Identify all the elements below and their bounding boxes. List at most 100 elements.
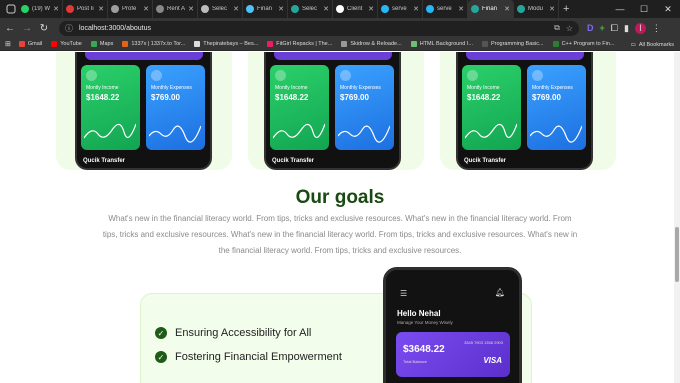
browser-tab[interactable]: serve ✕ (378, 0, 423, 18)
check-circle-icon: ✓ (155, 327, 167, 339)
browser-tab[interactable]: Post Ii ✕ (63, 0, 108, 18)
phone-header-bar (466, 52, 584, 60)
income-value: $1648.22 (467, 93, 501, 102)
goal-label: Ensuring Accessibility for All (175, 327, 312, 339)
minimize-icon[interactable]: — (608, 0, 632, 18)
tab-search-icon[interactable] (4, 2, 18, 16)
tab-close-icon[interactable]: ✕ (549, 5, 555, 13)
tab-label: Finan (257, 6, 273, 12)
close-window-icon[interactable]: ✕ (656, 0, 680, 18)
new-tab-button[interactable]: + (563, 3, 569, 15)
income-card: Montly Income $1648.22 (81, 65, 140, 150)
tab-close-icon[interactable]: ✕ (458, 5, 464, 13)
tab-close-icon[interactable]: ✕ (188, 5, 194, 13)
bookmark-item[interactable]: 1337x | 1337x.to Tor... (122, 41, 185, 47)
browser-tab[interactable]: Rent A ✕ (153, 0, 198, 18)
tab-label: Selec (302, 6, 318, 12)
expense-value: $769.00 (151, 93, 180, 102)
browser-tab[interactable]: (19) W ✕ (18, 0, 63, 18)
expense-card: Monthly Expenses $769.00 (527, 65, 586, 150)
income-label: Montly Income (467, 85, 500, 91)
visa-logo: VISA (483, 356, 502, 365)
income-icon (467, 70, 478, 81)
bookmark-item[interactable]: Thepiratebays – Bes... (194, 41, 258, 47)
expense-label: Monthly Expenses (532, 85, 573, 91)
tab-favicon (336, 5, 344, 13)
tab-close-icon[interactable]: ✕ (413, 5, 419, 13)
url-text[interactable]: localhost:3000/aboutus (79, 25, 548, 32)
extension-d-icon[interactable]: D (587, 23, 594, 33)
downloads-icon[interactable]: ▮ (624, 23, 629, 34)
browser-tab[interactable]: Finan ✕ (468, 0, 514, 18)
tab-label: Rent A (167, 6, 186, 12)
bookmark-label: HTML Background I... (419, 41, 473, 47)
bookmark-item[interactable]: C++ Program to Fin... (552, 41, 614, 47)
income-card: Montly Income $1648.22 (270, 65, 329, 150)
bookmark-item[interactable]: Maps (90, 41, 113, 47)
phone-mockup-large: ☰ 🔔︎ Hello Nehal Manage Your Money Wisel… (383, 267, 522, 383)
browser-tab[interactable]: Modu ✕ (514, 0, 559, 18)
bookmark-favicon (122, 41, 129, 47)
tab-favicon (66, 5, 74, 13)
menu-kebab-icon[interactable]: ⋮ (652, 23, 661, 34)
balance-label: Total Balance (403, 359, 428, 364)
browser-tab[interactable]: Profe ✕ (108, 0, 153, 18)
income-sparkline (273, 123, 325, 139)
site-info-icon[interactable]: ⓘ (65, 23, 73, 34)
phone-mockup: Montly Income $1648.22 Monthly Expenses $76… (264, 52, 401, 170)
extension-plus-icon[interactable]: + (600, 23, 605, 33)
bookmark-item[interactable]: Programming Basic... (481, 41, 544, 47)
bookmark-label: FitGirl Repacks | The... (276, 41, 333, 47)
scrollbar-thumb[interactable] (675, 227, 679, 282)
bookmark-item[interactable]: YouTube (51, 41, 82, 47)
tab-favicon (111, 5, 119, 13)
browser-tab[interactable]: Selec ✕ (198, 0, 243, 18)
bookmark-favicon (341, 41, 348, 47)
install-app-icon[interactable]: ⧉ (554, 23, 560, 33)
tab-close-icon[interactable]: ✕ (278, 5, 284, 13)
tab-close-icon[interactable]: ✕ (233, 5, 239, 13)
browser-tab[interactable]: serve ✕ (423, 0, 468, 18)
goals-description: What's new in the financial literacy wor… (102, 214, 578, 255)
apps-grid-icon[interactable]: ⊞ (5, 40, 11, 48)
maximize-icon[interactable]: ☐ (632, 0, 656, 18)
greeting-subtitle: Manage Your Money Wisely (397, 320, 453, 325)
expense-value: $769.00 (340, 93, 369, 102)
folder-icon: ▭ (630, 41, 636, 48)
bookmark-label: YouTube (60, 41, 82, 47)
browser-tab[interactable]: Client ✕ (333, 0, 378, 18)
reload-icon[interactable]: ↻ (37, 21, 51, 35)
bookmark-star-icon[interactable]: ☆ (566, 24, 573, 33)
address-bar[interactable]: ⓘ localhost:3000/aboutus ⧉ ☆ (59, 20, 579, 36)
back-icon[interactable]: ← (3, 21, 17, 35)
tab-close-icon[interactable]: ✕ (504, 5, 510, 13)
all-bookmarks[interactable]: ▭ All Bookmarks (631, 38, 674, 51)
tab-close-icon[interactable]: ✕ (53, 5, 59, 13)
expense-icon (340, 70, 351, 81)
browser-tab[interactable]: Selec ✕ (288, 0, 333, 18)
income-icon (275, 70, 286, 81)
forward-icon[interactable]: → (20, 21, 34, 35)
bookmark-item[interactable]: Gmail (18, 41, 42, 47)
tab-close-icon[interactable]: ✕ (143, 5, 149, 13)
tab-label: serve (437, 6, 452, 12)
extensions-puzzle-icon[interactable]: ⧠ (611, 23, 618, 34)
browser-tab[interactable]: Finan ✕ (243, 0, 288, 18)
expense-icon (151, 70, 162, 81)
tab-close-icon[interactable]: ✕ (98, 5, 104, 13)
balance-card: 3345 7903 1358 2903 $3648.22 Total Balan… (396, 332, 510, 377)
page-scrollbar[interactable] (674, 52, 680, 383)
profile-avatar[interactable]: I (634, 22, 646, 34)
menu-icon: ☰ (400, 289, 408, 298)
feature-card: Montly Income $1648.22 Monthly Expenses $76… (248, 52, 424, 170)
income-sparkline (84, 123, 136, 139)
tab-label: Post Ii (77, 6, 94, 12)
bookmark-item[interactable]: HTML Background I... (410, 41, 473, 47)
tab-favicon (471, 5, 479, 13)
tab-close-icon[interactable]: ✕ (323, 5, 329, 13)
bookmark-item[interactable]: Skidrow & Reloade... (341, 41, 402, 47)
quick-transfer-label: Qucik Transfer (83, 158, 126, 164)
tab-close-icon[interactable]: ✕ (368, 5, 374, 13)
bookmark-item[interactable]: FitGirl Repacks | The... (267, 41, 332, 47)
tab-label: Finan (482, 6, 498, 12)
